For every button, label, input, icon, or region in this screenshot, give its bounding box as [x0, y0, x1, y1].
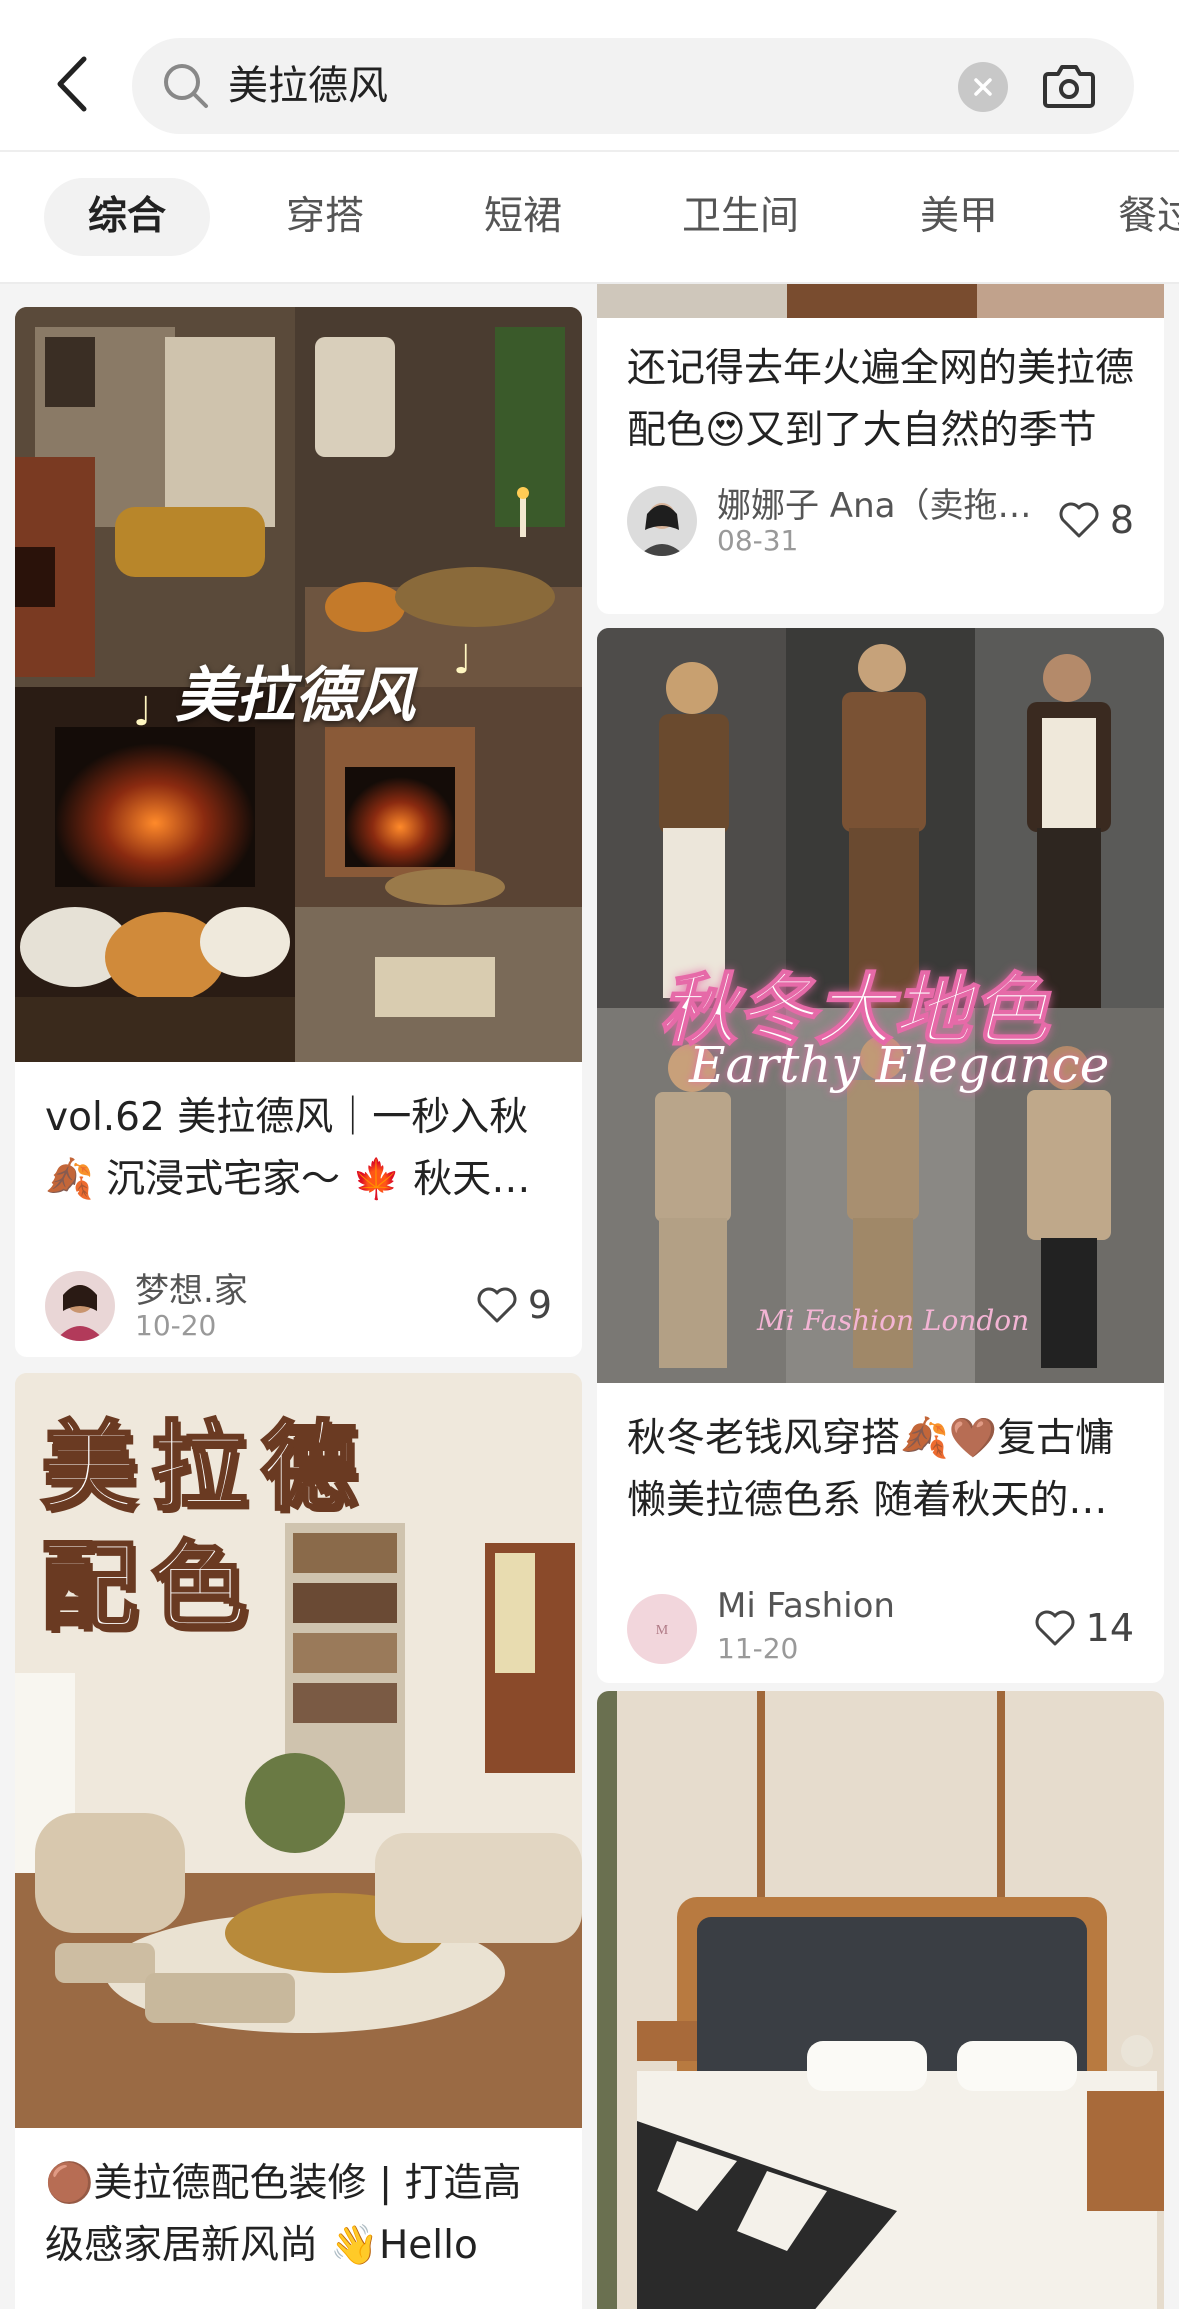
- tab-short-skirts[interactable]: 短裙: [484, 178, 562, 256]
- music-note-icon: ♩: [133, 689, 152, 735]
- image-search-button[interactable]: [1040, 58, 1098, 114]
- tab-outfits[interactable]: 穿搭: [286, 178, 364, 256]
- note-card[interactable]: 美拉德风 ♩ ♩ vol.62 美拉德风｜一秒入秋 🍂 沉浸式宅家～ 🍁 秋天的…: [15, 307, 582, 1357]
- note-cover-image: 美拉德风 ♩ ♩: [15, 307, 582, 1062]
- bedroom-image: [597, 1691, 1164, 2309]
- post-date: 10-20: [135, 1309, 217, 1342]
- back-button[interactable]: [44, 52, 100, 116]
- post-date: 08-31: [717, 524, 799, 557]
- cover-overlay-title: 美拉德配色: [40, 1409, 371, 1645]
- search-icon: [164, 64, 208, 108]
- cover-overlay-title: 美拉德风: [175, 661, 415, 731]
- like-count: 14: [1085, 1606, 1134, 1650]
- cover-overlay-subtitle: Earthy Elegance: [689, 1036, 1110, 1094]
- note-title: 还记得去年火遍全网的美拉德配色😍又到了大自然的季节: [627, 346, 1134, 453]
- heart-icon: [477, 1287, 517, 1323]
- note-title: vol.62 美拉德风｜一秒入秋 🍂 沉浸式宅家～ 🍁 秋天的温暖: [45, 1095, 531, 1202]
- author-name[interactable]: 娜娜子 Ana（卖拖鞋版）: [717, 478, 1047, 527]
- tab-bathroom[interactable]: 卫生间: [682, 178, 799, 256]
- tab-dining[interactable]: 餐过: [1118, 178, 1179, 256]
- note-card[interactable]: [597, 1691, 1164, 2309]
- search-results-feed: 美拉德风 ♩ ♩ vol.62 美拉德风｜一秒入秋 🍂 沉浸式宅家～ 🍁 秋天的…: [0, 284, 1179, 2309]
- like-button[interactable]: 8: [1058, 494, 1134, 546]
- like-button[interactable]: 14: [1034, 1602, 1134, 1654]
- clear-search-button[interactable]: [958, 62, 1008, 112]
- author-row: M Mi Fashion 11-20 14: [627, 1586, 1134, 1668]
- author-name[interactable]: Mi Fashion: [717, 1586, 895, 1626]
- author-row: 娜娜子 Ana（卖拖鞋版） 08-31 8: [627, 484, 1134, 560]
- search-query-text[interactable]: 美拉德风: [228, 38, 388, 134]
- heart-icon: [1035, 1610, 1075, 1646]
- avatar[interactable]: [45, 1271, 115, 1341]
- like-count: 9: [527, 1283, 552, 1327]
- cover-watermark: Mi Fashion London: [757, 1304, 1030, 1337]
- note-cover-image: [597, 284, 1164, 318]
- color-palette-image: [597, 284, 1164, 318]
- music-note-icon: ♩: [453, 637, 472, 683]
- note-title: 秋冬老钱风穿搭🍂🤎复古慵懒美拉德色系 随着秋天的到来: [627, 1416, 1115, 1523]
- note-cover-image: 秋冬大地色 Earthy Elegance Mi Fashion London: [597, 628, 1164, 1383]
- svg-text:M: M: [656, 1623, 669, 1638]
- like-count: 8: [1109, 498, 1134, 542]
- post-date: 11-20: [717, 1632, 799, 1665]
- chevron-left-icon: [57, 56, 87, 112]
- avatar[interactable]: M: [627, 1594, 697, 1664]
- note-card[interactable]: 美拉德配色 🟤美拉德配色装修 | 打造高级感家居新风尚 👋Hello: [15, 1373, 582, 2309]
- note-card[interactable]: 还记得去年火遍全网的美拉德配色😍又到了大自然的季节 娜娜子 Ana（卖拖鞋版） …: [597, 284, 1164, 614]
- search-input[interactable]: 美拉德风: [132, 38, 1134, 134]
- like-button[interactable]: 9: [476, 1279, 552, 1331]
- note-card[interactable]: 秋冬大地色 Earthy Elegance Mi Fashion London …: [597, 628, 1164, 1683]
- author-name[interactable]: 梦想.家: [135, 1263, 248, 1312]
- note-title: 🟤美拉德配色装修 | 打造高级感家居新风尚 👋Hello: [45, 2161, 522, 2268]
- note-cover-image: 美拉德配色: [15, 1373, 582, 2128]
- tab-nails[interactable]: 美甲: [920, 178, 998, 256]
- note-cover-image: [597, 1691, 1164, 2309]
- heart-icon: [1059, 502, 1099, 538]
- tab-comprehensive[interactable]: 综合: [44, 178, 211, 256]
- filter-tabs: 综合 穿搭 短裙 卫生间 美甲 餐过: [0, 152, 1179, 282]
- avatar[interactable]: [627, 486, 697, 556]
- author-row: 梦想.家 10-20 9: [45, 1269, 552, 1345]
- top-bar: 美拉德风: [0, 0, 1179, 150]
- close-icon: [974, 78, 992, 96]
- camera-icon: [1043, 65, 1095, 108]
